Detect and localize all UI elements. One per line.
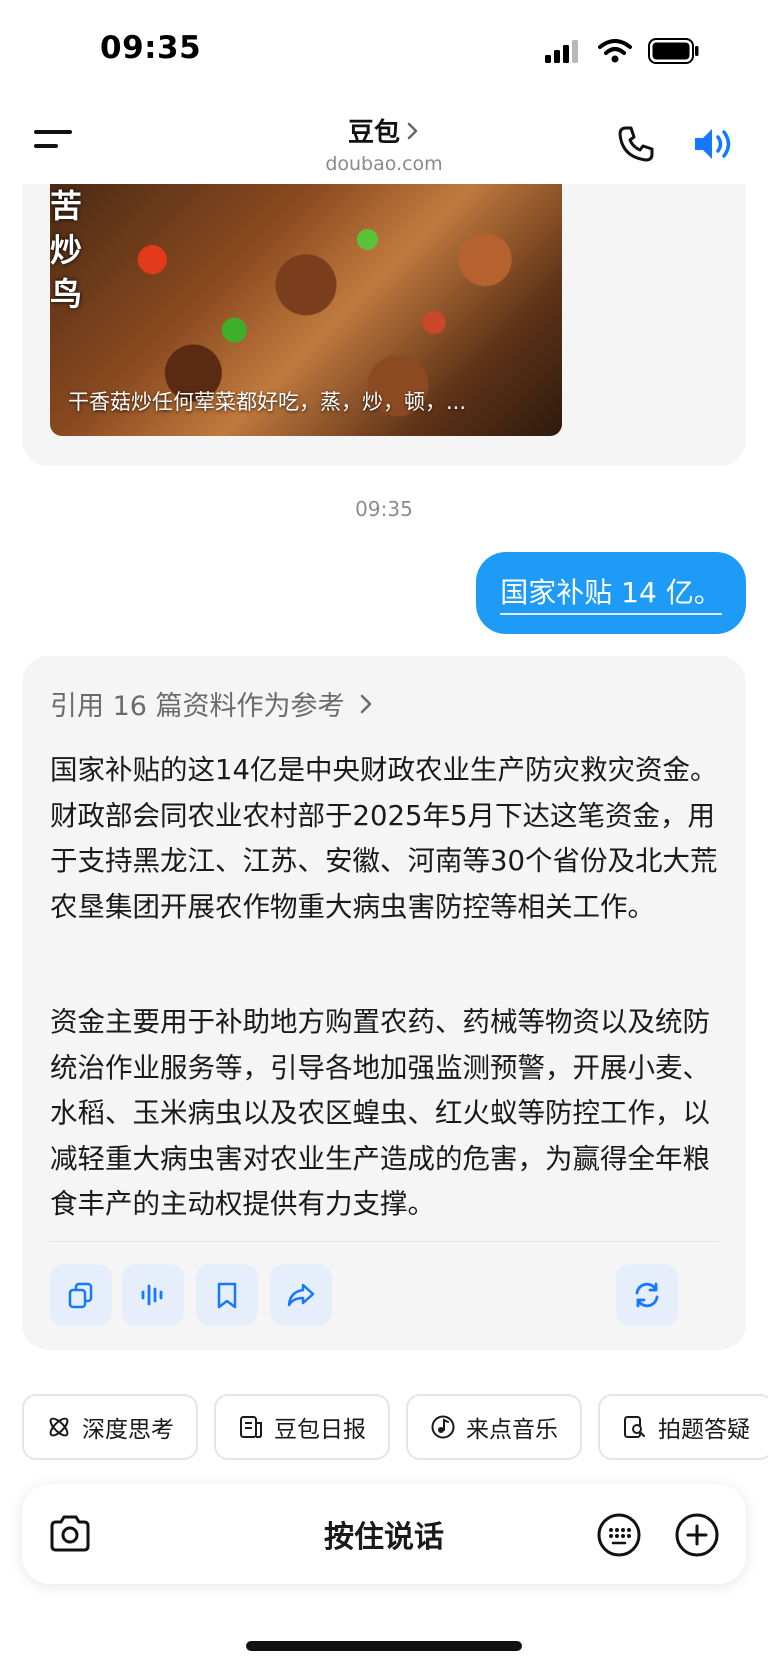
- chip-music[interactable]: 来点音乐: [406, 1394, 582, 1460]
- chip-label: 深度思考: [82, 1417, 174, 1443]
- bookmark-button[interactable]: [196, 1264, 258, 1326]
- user-message-text: 国家补贴 14 亿。: [500, 571, 722, 615]
- chip-photo-question[interactable]: 拍题答疑: [598, 1394, 768, 1460]
- video-thumbnail[interactable]: 苦 炒 鸟 干香菇炒任何荤菜都好吃，蒸，炒，顿，...: [50, 184, 562, 436]
- divider: [50, 1241, 718, 1242]
- chip-label: 拍题答疑: [658, 1417, 750, 1443]
- search-doc-icon: [624, 1416, 645, 1438]
- newspaper-icon: [240, 1416, 262, 1438]
- share-button[interactable]: [270, 1264, 332, 1326]
- phone-icon: [618, 126, 654, 162]
- page-subtitle: doubao.com: [325, 153, 443, 175]
- voice-playback-button[interactable]: [692, 124, 736, 164]
- chat-title[interactable]: 豆包 doubao.com: [284, 112, 484, 175]
- chip-daily-report[interactable]: 豆包日报: [214, 1394, 390, 1460]
- chevron-right-icon: [360, 694, 371, 713]
- copy-button[interactable]: [50, 1264, 112, 1326]
- hold-to-talk-button[interactable]: 按住说话: [202, 1484, 566, 1584]
- speaker-icon: [695, 129, 731, 159]
- battery-icon: [648, 38, 699, 64]
- menu-icon-line-bottom: [34, 144, 58, 148]
- signal-icon: [545, 40, 578, 63]
- home-indicator: [246, 1641, 522, 1651]
- regenerate-button[interactable]: [616, 1264, 678, 1326]
- read-aloud-button[interactable]: [122, 1264, 184, 1326]
- add-button[interactable]: [674, 1512, 720, 1558]
- share-arrow-icon: [287, 1283, 315, 1307]
- ai-reply-card: 引用 16 篇资料作为参考 国家补贴的这14亿是中央财政农业生产防灾救灾资金。财…: [22, 656, 746, 1350]
- bookmark-icon: [217, 1282, 237, 1309]
- waveform-icon: [141, 1284, 163, 1306]
- chevron-right-icon: [407, 122, 418, 139]
- references-label: 引用 16 篇资料作为参考: [50, 691, 345, 722]
- status-time: 09:35: [100, 30, 202, 66]
- input-bar: 按住说话: [22, 1484, 746, 1584]
- reply-paragraph: 国家补贴的这14亿是中央财政农业生产防灾救灾资金。财政部会同农业农村部于2025…: [50, 754, 718, 923]
- message-timestamp: 09:35: [355, 497, 413, 521]
- reply-paragraph: 资金主要用于补助地方购置农药、药械等物资以及统防统治作业服务等，引导各地加强监测…: [50, 1006, 710, 1220]
- chip-label: 来点音乐: [466, 1417, 558, 1443]
- nav-bar: 豆包 doubao.com: [0, 100, 768, 184]
- menu-icon-line-top: [34, 130, 72, 134]
- video-caption: 干香菇炒任何荤菜都好吃，蒸，炒，顿，...: [68, 390, 467, 414]
- camera-icon: [50, 1515, 90, 1552]
- music-icon: [431, 1415, 455, 1439]
- page-title: 豆包: [347, 118, 400, 148]
- chip-deep-think[interactable]: 深度思考: [22, 1394, 198, 1460]
- status-icons: [544, 38, 700, 64]
- wifi-icon: [598, 39, 632, 63]
- references-link[interactable]: 引用 16 篇资料作为参考: [50, 684, 373, 723]
- atom-icon: [49, 1417, 69, 1437]
- video-overlay-text: 苦 炒 鸟: [50, 187, 83, 313]
- keyboard-icon: [597, 1513, 641, 1557]
- status-bar: 09:35: [0, 0, 768, 100]
- plus-icon: [675, 1513, 719, 1557]
- refresh-icon: [635, 1282, 659, 1308]
- camera-button[interactable]: [48, 1514, 92, 1554]
- menu-button[interactable]: [34, 130, 74, 156]
- chip-label: 豆包日报: [274, 1417, 366, 1443]
- copy-icon: [68, 1282, 93, 1309]
- quick-actions: 深度思考 豆包日报 来点音乐 拍题答疑: [22, 1394, 768, 1460]
- user-message-bubble[interactable]: 国家补贴 14 亿。: [476, 552, 746, 634]
- phone-call-button[interactable]: [616, 124, 656, 164]
- keyboard-button[interactable]: [596, 1512, 642, 1558]
